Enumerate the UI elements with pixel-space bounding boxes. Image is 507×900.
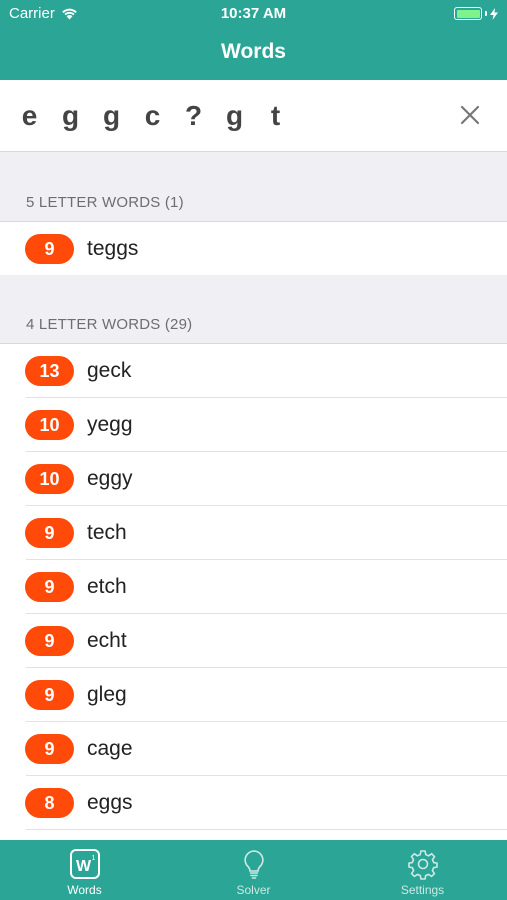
svg-text:W: W	[75, 858, 91, 875]
battery-icon	[454, 7, 498, 20]
letter-tile[interactable]: g	[102, 100, 121, 132]
svg-text:1: 1	[91, 855, 95, 862]
list-item[interactable]: 10 eggy	[0, 452, 507, 506]
word-label: yegg	[87, 413, 133, 436]
score-badge: 9	[25, 680, 74, 710]
score-badge: 9	[25, 234, 74, 264]
words-icon: W 1	[69, 849, 100, 879]
letter-tile[interactable]: g	[61, 100, 80, 132]
score-badge: 9	[25, 734, 74, 764]
score-badge: 8	[25, 788, 74, 818]
letter-tile[interactable]: ?	[184, 100, 203, 132]
score-badge: 13	[25, 356, 74, 386]
tab-label: Words	[67, 883, 102, 897]
score-badge: 9	[25, 572, 74, 602]
page-title: Words	[221, 40, 286, 63]
list-item[interactable]: 9 teggs	[0, 222, 507, 276]
word-label: eggs	[87, 791, 133, 814]
tab-bar: W 1 Words Solver Settings	[0, 840, 507, 900]
word-list: 9 teggs	[0, 221, 507, 276]
gear-icon	[407, 850, 438, 880]
list-item[interactable]: 9 etch	[0, 560, 507, 614]
score-badge: 10	[25, 464, 74, 494]
tab-words[interactable]: W 1 Words	[0, 840, 169, 900]
score-badge: 9	[25, 626, 74, 656]
section-5-letter: 5 LETTER WORDS (1) 9 teggs	[0, 153, 507, 276]
status-time: 10:37 AM	[220, 5, 287, 22]
section-title: 5 LETTER WORDS (1)	[26, 194, 184, 211]
word-label: etch	[87, 575, 127, 598]
letter-input-bar[interactable]: e g g c ? g t	[0, 80, 507, 152]
letter-tile[interactable]: t	[266, 100, 285, 132]
score-badge: 10	[25, 410, 74, 440]
list-item[interactable]: 9 cage	[0, 722, 507, 776]
charging-bolt-icon	[490, 7, 498, 20]
word-label: gleg	[87, 683, 127, 706]
letter-tile[interactable]: g	[225, 100, 244, 132]
tab-label: Solver	[236, 883, 271, 897]
tab-settings[interactable]: Settings	[338, 840, 507, 900]
status-bar: Carrier 10:37 AM	[0, 0, 507, 28]
navigation-bar: Carrier 10:37 AM Words	[0, 0, 507, 80]
list-item[interactable]: 9 gleg	[0, 668, 507, 722]
list-item[interactable]: 13 geck	[0, 344, 507, 398]
word-label: echt	[87, 629, 127, 652]
word-label: tech	[87, 521, 127, 544]
score-badge: 9	[25, 518, 74, 548]
section-title: 4 LETTER WORDS (29)	[26, 316, 193, 333]
word-label: geck	[87, 359, 132, 382]
word-label: teggs	[87, 237, 139, 260]
section-header: 4 LETTER WORDS (29)	[0, 275, 507, 343]
clear-icon[interactable]	[457, 102, 483, 128]
list-item[interactable]: 9 echt	[0, 614, 507, 668]
list-item[interactable]: 8 eggs	[0, 776, 507, 830]
section-header: 5 LETTER WORDS (1)	[0, 153, 507, 221]
lightbulb-icon	[243, 850, 264, 879]
word-list: 13 geck 10 yegg 10 eggy 9 tech 9 etch 9 …	[0, 343, 507, 884]
word-label: cage	[87, 737, 133, 760]
tab-solver[interactable]: Solver	[169, 840, 338, 900]
letter-tile[interactable]: c	[143, 100, 162, 132]
list-item[interactable]: 9 tech	[0, 506, 507, 560]
letter-tile[interactable]: e	[20, 100, 39, 132]
list-item[interactable]: 10 yegg	[0, 398, 507, 452]
letter-tiles[interactable]: e g g c ? g t	[20, 100, 285, 132]
tab-label: Settings	[400, 883, 445, 897]
word-label: eggy	[87, 467, 133, 490]
section-4-letter: 4 LETTER WORDS (29) 13 geck 10 yegg 10 e…	[0, 275, 507, 884]
